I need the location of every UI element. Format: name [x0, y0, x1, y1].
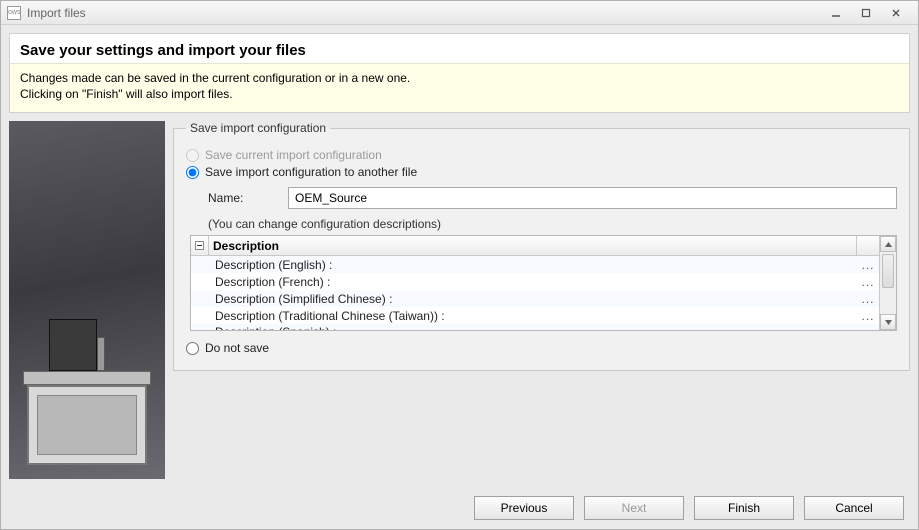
- wizard-footer: Previous Next Finish Cancel: [1, 487, 918, 529]
- radio-save-current-row: Save current import configuration: [186, 148, 897, 162]
- config-panel: Save import configuration Save current i…: [173, 121, 910, 479]
- wizard-title: Save your settings and import your files: [20, 42, 899, 59]
- description-row-label: Description (Spanish) :: [209, 325, 857, 330]
- description-row-label: Description (French) :: [209, 275, 857, 289]
- wizard-subtitle-line2: Clicking on "Finish" will also import fi…: [20, 86, 899, 102]
- maximize-button[interactable]: [856, 6, 876, 20]
- edit-ellipsis-button[interactable]: ...: [857, 292, 879, 306]
- scroll-thumb[interactable]: [882, 254, 894, 288]
- radio-save-another-row[interactable]: Save import configuration to another fil…: [186, 165, 897, 179]
- description-row-label: Description (Traditional Chinese (Taiwan…: [209, 309, 857, 323]
- save-config-group: Save import configuration Save current i…: [173, 121, 910, 371]
- wizard-body: Save import configuration Save current i…: [9, 121, 910, 479]
- radio-do-not-save[interactable]: [186, 342, 199, 355]
- edit-ellipsis-button[interactable]: ...: [857, 325, 879, 330]
- descriptions-header-row: Description: [191, 236, 879, 256]
- descriptions-scrollbar[interactable]: [879, 236, 896, 330]
- edit-ellipsis-button[interactable]: ...: [857, 275, 879, 289]
- window-buttons: [826, 6, 914, 20]
- scroll-up-icon[interactable]: [880, 236, 896, 252]
- window-root: ows Import files Save your settings and …: [0, 0, 919, 530]
- descriptions-hint: (You can change configuration descriptio…: [208, 217, 897, 231]
- titlebar: ows Import files: [1, 1, 918, 25]
- descriptions-table: Description Description (English) : ...: [190, 235, 897, 331]
- wizard-header: Save your settings and import your files…: [9, 33, 910, 113]
- descriptions-header-label: Description: [209, 236, 857, 255]
- description-row[interactable]: Description (Spanish) : ...: [191, 324, 879, 330]
- descriptions-body: Description (English) : ... Description …: [191, 256, 879, 330]
- radio-save-current-label: Save current import configuration: [205, 148, 382, 162]
- wizard-subtitle-line1: Changes made can be saved in the current…: [20, 70, 899, 86]
- radio-do-not-save-row[interactable]: Do not save: [186, 341, 897, 355]
- finish-button[interactable]: Finish: [694, 496, 794, 520]
- edit-ellipsis-button[interactable]: ...: [857, 258, 879, 272]
- description-row[interactable]: Description (English) : ...: [191, 256, 879, 273]
- description-row[interactable]: Description (Traditional Chinese (Taiwan…: [191, 307, 879, 324]
- description-row[interactable]: Description (Simplified Chinese) : ...: [191, 290, 879, 307]
- app-icon: ows: [7, 6, 21, 20]
- radio-save-current: [186, 149, 199, 162]
- radio-save-another-label: Save import configuration to another fil…: [205, 165, 417, 179]
- previous-button[interactable]: Previous: [474, 496, 574, 520]
- radio-do-not-save-label: Do not save: [205, 341, 269, 355]
- name-label: Name:: [208, 191, 278, 205]
- description-row[interactable]: Description (French) : ...: [191, 273, 879, 290]
- name-row: Name:: [208, 187, 897, 209]
- window-title: Import files: [27, 6, 820, 20]
- close-button[interactable]: [886, 6, 906, 20]
- tree-collapse-icon[interactable]: [191, 236, 209, 255]
- next-button: Next: [584, 496, 684, 520]
- scroll-down-icon[interactable]: [880, 314, 896, 330]
- cancel-button[interactable]: Cancel: [804, 496, 904, 520]
- description-row-label: Description (English) :: [209, 258, 857, 272]
- minimize-button[interactable]: [826, 6, 846, 20]
- edit-ellipsis-button[interactable]: ...: [857, 309, 879, 323]
- description-row-label: Description (Simplified Chinese) :: [209, 292, 857, 306]
- radio-save-another[interactable]: [186, 166, 199, 179]
- side-illustration: [9, 121, 165, 479]
- name-input[interactable]: [288, 187, 897, 209]
- group-legend: Save import configuration: [186, 121, 330, 135]
